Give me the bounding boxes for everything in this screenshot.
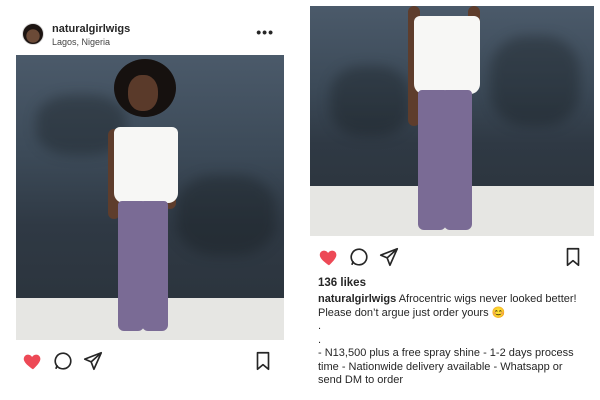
heart-icon[interactable] — [318, 246, 340, 268]
bookmark-icon[interactable] — [252, 350, 274, 372]
share-icon[interactable] — [82, 350, 104, 372]
caption-dot: . — [318, 320, 322, 332]
bookmark-icon[interactable] — [562, 246, 584, 268]
more-options-icon[interactable]: ••• — [256, 24, 274, 40]
caption-dot: . — [318, 333, 322, 346]
comment-icon[interactable] — [348, 246, 370, 268]
post-caption: naturalgirlwigs Afrocentric wigs never l… — [318, 293, 588, 388]
post-photo[interactable] — [310, 6, 594, 236]
wall-shadow — [330, 66, 410, 136]
likes-count[interactable]: 136 likes — [318, 277, 366, 289]
post-username[interactable]: naturalgirlwigs — [52, 23, 130, 35]
heart-icon[interactable] — [22, 350, 44, 372]
post-photo[interactable] — [16, 55, 284, 340]
wall-shadow — [490, 36, 580, 126]
avatar[interactable] — [22, 23, 44, 45]
post-actions — [318, 246, 588, 270]
caption-details: - N13,500 plus a free spray shine - 1-2 … — [318, 347, 574, 386]
instagram-post-left: naturalgirlwigs Lagos, Nigeria ••• — [0, 0, 300, 400]
comment-icon[interactable] — [52, 350, 74, 372]
post-actions — [22, 350, 284, 374]
post-location[interactable]: Lagos, Nigeria — [52, 37, 110, 47]
share-icon[interactable] — [378, 246, 400, 268]
model-figure — [400, 6, 500, 236]
post-header: naturalgirlwigs Lagos, Nigeria ••• — [22, 20, 284, 50]
caption-username[interactable]: naturalgirlwigs — [318, 293, 396, 305]
model-figure — [96, 59, 206, 339]
